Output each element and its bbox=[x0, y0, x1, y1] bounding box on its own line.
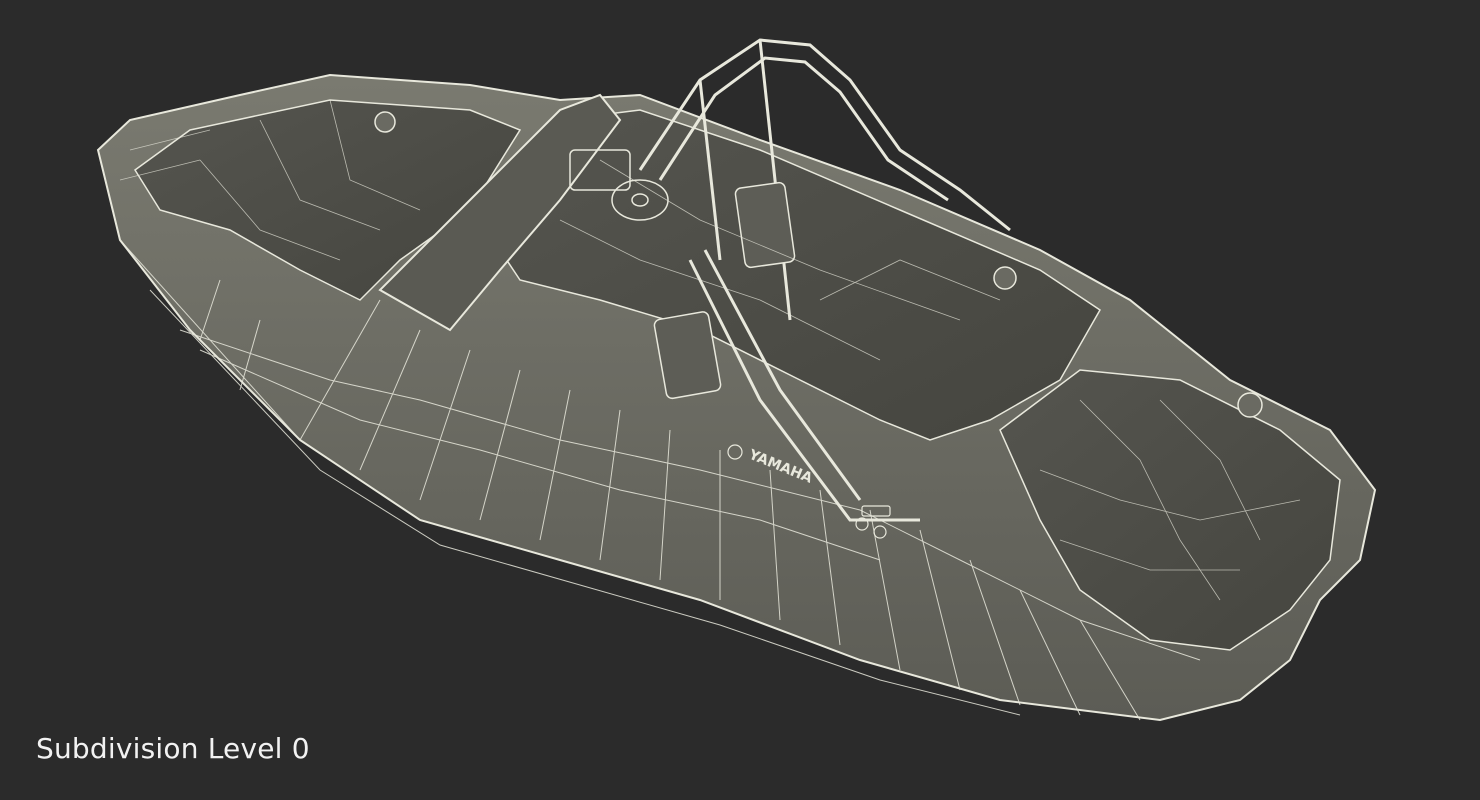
render-viewport: YAMAHA Subdivision Level 0 bbox=[0, 0, 1480, 800]
subdivision-level-caption: Subdivision Level 0 bbox=[36, 732, 310, 765]
yamaha-brand-text: YAMAHA bbox=[746, 446, 815, 486]
brand-text-layer: YAMAHA bbox=[746, 446, 815, 486]
